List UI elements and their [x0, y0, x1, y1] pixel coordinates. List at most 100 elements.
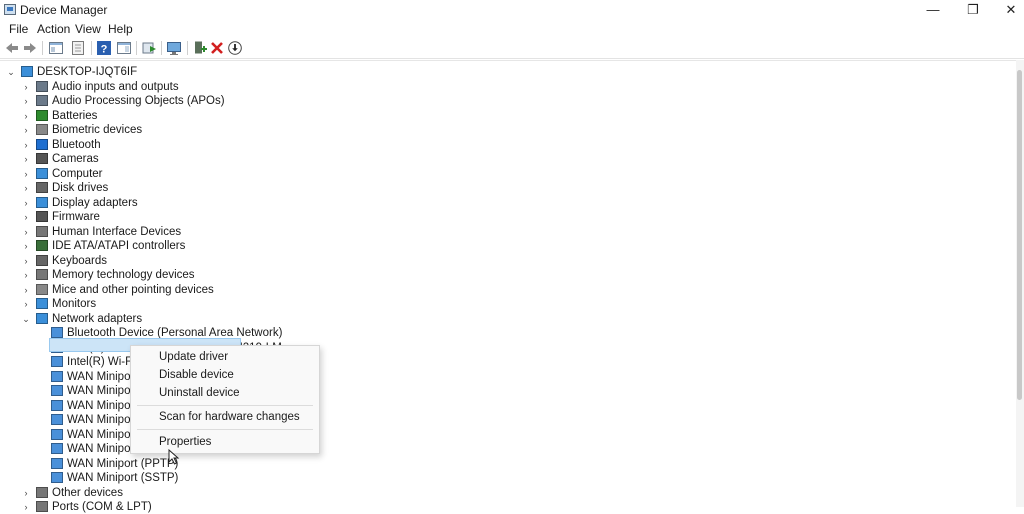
tree-category[interactable]: › Biometric devices: [0, 123, 1000, 137]
chevron-right-icon[interactable]: ›: [21, 196, 31, 210]
tree-category[interactable]: › Batteries: [0, 109, 1000, 123]
toolbar-separator: [136, 41, 137, 55]
chevron-right-icon[interactable]: ›: [21, 109, 31, 123]
network-adapter-icon: [51, 385, 63, 396]
tree-category[interactable]: › Audio inputs and outputs: [0, 80, 1000, 94]
device-category-icon: [36, 80, 48, 92]
tree-item-label: Display adapters: [52, 196, 138, 209]
chevron-right-icon[interactable]: ›: [21, 123, 31, 137]
tree-item-label: Audio Processing Objects (APOs): [52, 95, 225, 107]
properties-sheet-icon[interactable]: [70, 40, 86, 56]
close-button[interactable]: ✕: [988, 0, 1024, 20]
tree-category[interactable]: › Firmware: [0, 210, 1000, 224]
tree-item-label: WAN Miniport: [67, 443, 138, 455]
tree-item-label: Monitors: [52, 298, 97, 310]
tree-category[interactable]: › Ports (COM & LPT): [0, 500, 1000, 514]
tree-device[interactable]: WAN Miniport (SSTP): [0, 471, 1000, 485]
mouse-cursor-icon: [168, 449, 180, 465]
pane-icon[interactable]: [116, 40, 132, 56]
tree-item-label: Batteries: [52, 109, 98, 122]
chevron-right-icon[interactable]: ›: [21, 94, 31, 108]
tree-item-label: Other devices: [52, 486, 123, 499]
menu-item-disable-device[interactable]: Disable device: [159, 369, 234, 381]
tree-category[interactable]: › Disk drives: [0, 181, 1000, 195]
tree-item-label: WAN Miniport (PPTP): [67, 457, 179, 470]
chevron-right-icon[interactable]: ›: [21, 167, 31, 181]
window-title: Device Manager: [20, 3, 108, 17]
chevron-right-icon[interactable]: ›: [21, 268, 31, 282]
tree-item-label: WAN Miniport: [67, 399, 138, 412]
device-category-icon: [36, 196, 48, 208]
device-category-icon: [36, 182, 48, 193]
help-icon[interactable]: ?: [96, 40, 112, 56]
device-category-icon: [36, 240, 48, 251]
tree-category[interactable]: › Computer: [0, 167, 1000, 181]
context-menu: Update driver Disable device Uninstall d…: [130, 345, 320, 454]
network-adapter-icon: [51, 472, 63, 483]
tree-category[interactable]: › IDE ATA/ATAPI controllers: [0, 239, 1000, 253]
chevron-right-icon[interactable]: ›: [21, 138, 31, 152]
network-adapter-icon: [51, 399, 63, 411]
tree-device[interactable]: WAN Miniport (PPTP): [0, 457, 1000, 471]
network-adapter-icon: [51, 327, 63, 338]
menu-item-uninstall-device[interactable]: Uninstall device: [159, 387, 240, 399]
network-adapter-icon: [51, 428, 63, 440]
disable-icon[interactable]: [227, 40, 243, 56]
tree-item-label: WAN Miniport: [67, 370, 138, 383]
toolbar: ?: [0, 38, 1024, 59]
tree-item-label: Firmware: [52, 211, 100, 223]
chevron-right-icon[interactable]: ›: [21, 283, 31, 297]
tree-root[interactable]: ⌄ DESKTOP-IJQT6IF: [0, 65, 1000, 79]
device-category-icon: [36, 254, 48, 266]
tree-item-label: WAN Miniport: [67, 414, 138, 426]
tree-item-label: Keyboards: [52, 254, 107, 267]
chevron-right-icon[interactable]: ›: [21, 225, 31, 239]
menu-separator: [137, 405, 313, 406]
chevron-right-icon[interactable]: ›: [21, 254, 31, 268]
add-legacy-icon[interactable]: [192, 40, 208, 56]
chevron-right-icon[interactable]: ›: [21, 486, 31, 500]
menu-item-scan-hardware[interactable]: Scan for hardware changes: [159, 411, 300, 423]
tree-category[interactable]: › Display adapters: [0, 196, 1000, 210]
uninstall-icon[interactable]: [209, 40, 225, 56]
network-adapter-icon: [51, 414, 63, 425]
chevron-down-icon[interactable]: ⌄: [21, 312, 31, 326]
console-tree-icon[interactable]: [48, 40, 64, 56]
menu-view[interactable]: View: [75, 22, 101, 36]
tree-category[interactable]: › Audio Processing Objects (APOs): [0, 94, 1000, 108]
tree-item-label: Cameras: [52, 153, 99, 165]
tree-category[interactable]: › Keyboards: [0, 254, 1000, 268]
tree-category[interactable]: › Other devices: [0, 486, 1000, 500]
chevron-right-icon[interactable]: ›: [21, 152, 31, 166]
menu-bar: File Action View Help: [0, 20, 1024, 38]
tree-category[interactable]: ⌄ Network adapters: [0, 312, 1000, 326]
menu-file[interactable]: File: [9, 22, 28, 36]
scrollbar-thumb[interactable]: [1017, 70, 1022, 400]
device-category-icon: [36, 95, 48, 106]
scan-hardware-icon[interactable]: [166, 40, 182, 56]
chevron-right-icon[interactable]: ›: [21, 181, 31, 195]
chevron-right-icon[interactable]: ›: [21, 210, 31, 224]
update-driver-icon[interactable]: [141, 40, 157, 56]
menu-item-update-driver[interactable]: Update driver: [159, 351, 228, 363]
chevron-right-icon[interactable]: ›: [21, 80, 31, 94]
chevron-right-icon[interactable]: ›: [21, 500, 31, 514]
tree-category[interactable]: › Cameras: [0, 152, 1000, 166]
tree-item-label: Biometric devices: [52, 124, 143, 136]
device-category-icon: [36, 298, 48, 309]
back-arrow-icon[interactable]: [4, 40, 20, 56]
tree-category[interactable]: › Human Interface Devices: [0, 225, 1000, 239]
tree-category[interactable]: › Bluetooth: [0, 138, 1000, 152]
menu-help[interactable]: Help: [108, 22, 133, 36]
chevron-right-icon[interactable]: ›: [21, 297, 31, 311]
menu-item-properties[interactable]: Properties: [159, 436, 211, 448]
forward-arrow-icon[interactable]: [22, 40, 38, 56]
tree-category[interactable]: › Memory technology devices: [0, 268, 1000, 282]
chevron-right-icon[interactable]: ›: [21, 239, 31, 253]
network-adapter-icon: [51, 457, 63, 469]
device-category-icon: [36, 312, 48, 324]
menu-action[interactable]: Action: [37, 22, 70, 36]
chevron-down-icon[interactable]: ⌄: [6, 65, 16, 79]
tree-category[interactable]: › Mice and other pointing devices: [0, 283, 1000, 297]
tree-category[interactable]: › Monitors: [0, 297, 1000, 311]
